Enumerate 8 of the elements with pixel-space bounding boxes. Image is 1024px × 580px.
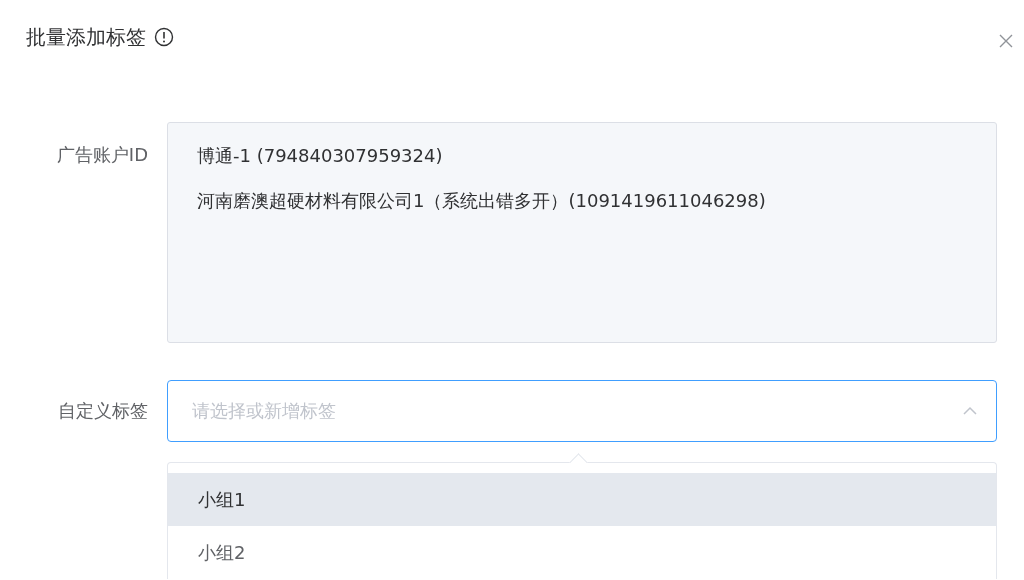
account-entry: 河南磨澳超硬材料有限公司1（系统出错多开）(1091419611046298) <box>197 189 767 213</box>
account-entry: 博通-1 (794840307959324) <box>197 144 444 168</box>
dropdown-option[interactable]: 小组1 <box>168 473 996 526</box>
field-label: 自定义标签 <box>57 399 148 423</box>
dialog-title: 批量添加标签 <box>26 23 146 51</box>
info-icon <box>154 27 174 47</box>
field-label: 广告账户ID <box>55 143 148 167</box>
close-icon[interactable] <box>999 34 1013 48</box>
